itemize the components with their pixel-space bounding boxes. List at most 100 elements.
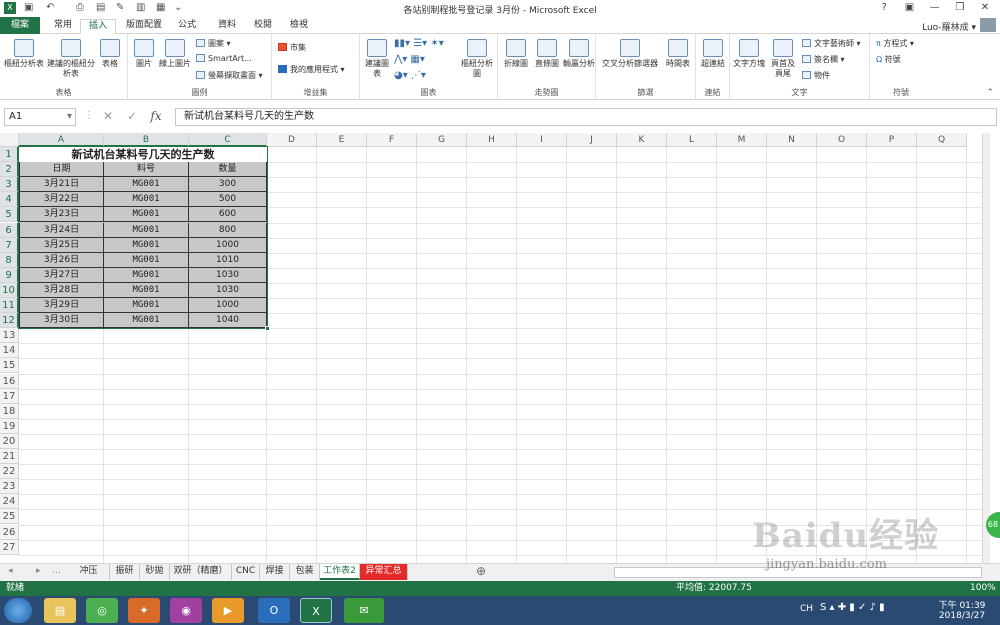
row-header-5[interactable]: 5 xyxy=(0,207,19,223)
ribbon-display-icon[interactable]: ▣ xyxy=(898,2,920,13)
column-header-j[interactable]: J xyxy=(567,133,617,147)
tray-icons[interactable]: S ▴ ✚ ▮ ✓ ♪ ▮ xyxy=(820,602,885,613)
table-cell[interactable]: 1000 xyxy=(189,298,267,314)
clock[interactable]: 下午 01:39 2018/3/27 xyxy=(938,598,986,621)
sheet-tab[interactable]: 异常汇总 xyxy=(360,564,408,580)
pictures-button[interactable]: 圖片 xyxy=(130,39,158,69)
tab-page-layout[interactable]: 版面配置 xyxy=(120,19,168,34)
row-header-23[interactable]: 23 xyxy=(0,479,19,495)
vertical-scrollbar[interactable] xyxy=(982,133,990,563)
minimize-button[interactable]: — xyxy=(924,2,946,13)
media-app-icon[interactable]: ◉ xyxy=(170,598,202,623)
table-cell[interactable]: 3月21日 xyxy=(19,177,104,193)
tab-home[interactable]: 常用 xyxy=(46,19,80,34)
row-header-6[interactable]: 6 xyxy=(0,222,19,238)
column-header-g[interactable]: G xyxy=(417,133,467,147)
column-header-a[interactable]: A xyxy=(19,133,104,147)
browser-icon[interactable]: ◎ xyxy=(86,598,118,623)
row-header-20[interactable]: 20 xyxy=(0,433,19,449)
row-header-27[interactable]: 27 xyxy=(0,539,19,555)
column-header-b[interactable]: B xyxy=(104,133,189,147)
table-button[interactable]: 表格 xyxy=(96,39,124,69)
column-header-n[interactable]: N xyxy=(767,133,817,147)
row-header-22[interactable]: 22 xyxy=(0,464,19,480)
row-header-7[interactable]: 7 xyxy=(0,237,19,253)
wechat-icon[interactable]: ✉ xyxy=(344,598,384,623)
table-cell[interactable]: 1010 xyxy=(189,252,267,268)
tab-review[interactable]: 校閱 xyxy=(246,19,280,34)
outlook-icon[interactable]: O xyxy=(258,598,290,623)
symbol-button[interactable]: Ω 符號 xyxy=(876,54,901,65)
select-all-corner[interactable] xyxy=(0,133,19,147)
table-cell[interactable]: 3月24日 xyxy=(19,222,104,238)
sparkline-winloss-button[interactable]: 輸贏分析 xyxy=(562,39,596,69)
row-header-24[interactable]: 24 xyxy=(0,494,19,510)
row-header-21[interactable]: 21 xyxy=(0,449,19,465)
sheet-tab[interactable]: 双研（精磨） xyxy=(170,564,232,580)
sparkline-line-button[interactable]: 折線圖 xyxy=(500,39,532,69)
sheet-tab[interactable]: 工作表2 xyxy=(320,564,360,580)
sheet-tab[interactable]: 振研 xyxy=(110,564,140,580)
input-language[interactable]: CH xyxy=(800,604,813,614)
smartart-button[interactable]: SmartArt... xyxy=(196,54,252,63)
table-cell[interactable]: 3月29日 xyxy=(19,298,104,314)
collapse-ribbon-icon[interactable]: ⌃ xyxy=(986,88,994,98)
sheet-tab[interactable]: 包装 xyxy=(290,564,320,580)
row-header-3[interactable]: 3 xyxy=(0,177,19,193)
column-header-o[interactable]: O xyxy=(817,133,867,147)
table-cell[interactable]: 300 xyxy=(189,177,267,193)
table-header-cell[interactable]: 数量 xyxy=(189,162,267,178)
pivot-table-button[interactable]: 樞紐分析表 xyxy=(2,39,46,69)
column-header-i[interactable]: I xyxy=(517,133,567,147)
row-header-2[interactable]: 2 xyxy=(0,162,19,178)
tab-data[interactable]: 資料 xyxy=(210,19,244,34)
enter-icon[interactable]: ✓ xyxy=(120,108,144,124)
start-button[interactable] xyxy=(4,598,32,623)
wordart-button[interactable]: 文字藝術師 ▾ xyxy=(802,38,861,49)
help-icon[interactable]: ? xyxy=(873,2,895,13)
line-chart-icon[interactable]: ⋀▾ ▦▾ xyxy=(394,54,425,65)
tab-view[interactable]: 檢視 xyxy=(282,19,316,34)
sheet-tab[interactable]: 焊接 xyxy=(260,564,290,580)
row-header-19[interactable]: 19 xyxy=(0,418,19,434)
excel-taskbar-icon[interactable]: X xyxy=(300,598,332,623)
row-header-16[interactable]: 16 xyxy=(0,373,19,389)
column-header-k[interactable]: K xyxy=(617,133,667,147)
recommended-pivot-button[interactable]: 建議的樞紐分析表 xyxy=(46,39,96,79)
table-cell[interactable]: MG001 xyxy=(104,267,189,283)
avatar[interactable] xyxy=(980,18,996,32)
table-cell[interactable]: 1030 xyxy=(189,267,267,283)
file-explorer-icon[interactable]: ▤ xyxy=(44,598,76,623)
table-cell[interactable]: MG001 xyxy=(104,237,189,253)
row-header-9[interactable]: 9 xyxy=(0,267,19,283)
timeline-button[interactable]: 時間表 xyxy=(662,39,694,69)
table-cell[interactable]: MG001 xyxy=(104,313,189,329)
row-header-13[interactable]: 13 xyxy=(0,328,19,344)
row-header-15[interactable]: 15 xyxy=(0,358,19,374)
object-button[interactable]: 物件 xyxy=(802,70,830,81)
row-header-25[interactable]: 25 xyxy=(0,509,19,525)
table-cell[interactable]: MG001 xyxy=(104,282,189,298)
restore-button[interactable]: ❐ xyxy=(949,2,971,13)
worksheet-grid[interactable]: ABCDEFGHIJKLMNOPQ 1 2 3 4 5 6 7 8 9 10 11 12 13 14 15 1… xyxy=(0,133,990,563)
scroll-sheets-left-icon[interactable]: ◂ xyxy=(8,566,13,576)
table-cell[interactable]: 3月28日 xyxy=(19,282,104,298)
table-cell[interactable]: 3月23日 xyxy=(19,207,104,223)
table-cell[interactable]: MG001 xyxy=(104,222,189,238)
insert-function-icon[interactable]: fx xyxy=(144,108,168,124)
table-cell[interactable]: 3月22日 xyxy=(19,192,104,208)
table-cell[interactable]: 1030 xyxy=(189,282,267,298)
table-title[interactable]: 新试机台某料号几天的生产数 xyxy=(19,147,267,163)
table-cell[interactable]: MG001 xyxy=(104,298,189,314)
row-header-4[interactable]: 4 xyxy=(0,192,19,208)
slicer-button[interactable]: 交叉分析篩選器 xyxy=(598,39,662,69)
column-header-p[interactable]: P xyxy=(867,133,917,147)
table-cell[interactable]: MG001 xyxy=(104,252,189,268)
player-icon[interactable]: ▶ xyxy=(212,598,244,623)
column-header-d[interactable]: D xyxy=(267,133,317,147)
table-cell[interactable]: 3月30日 xyxy=(19,313,104,329)
row-header-18[interactable]: 18 xyxy=(0,403,19,419)
tab-formulas[interactable]: 公式 xyxy=(170,19,204,34)
table-cell[interactable]: 3月26日 xyxy=(19,252,104,268)
fill-handle[interactable] xyxy=(265,326,270,332)
